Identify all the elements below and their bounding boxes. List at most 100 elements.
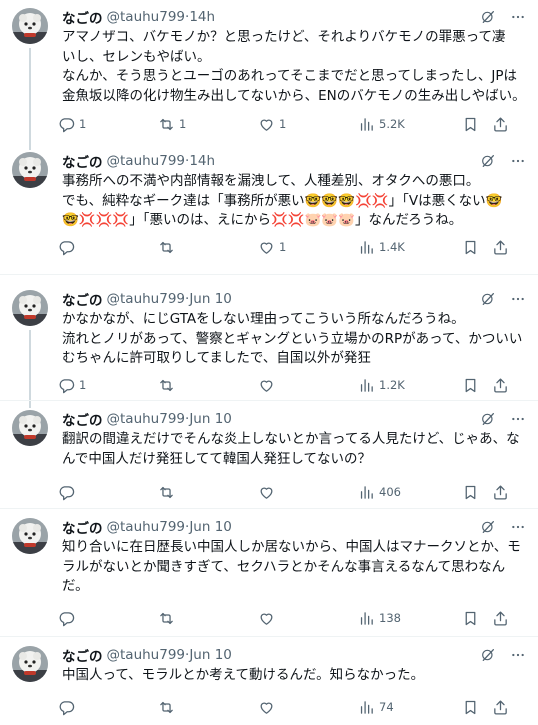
bookmark-button[interactable] bbox=[462, 377, 492, 394]
more-icon[interactable] bbox=[510, 291, 526, 307]
tweet-divider bbox=[0, 636, 538, 637]
views-button[interactable]: 1.2K bbox=[358, 377, 462, 394]
share-button[interactable] bbox=[492, 699, 509, 716]
grok-icon[interactable] bbox=[480, 647, 496, 663]
tweet[interactable]: なごの @tauhu799 · Jun 10 中国人って、モラルとか考えて動けるんだ… bbox=[0, 646, 538, 715]
tweet-header: なごの @tauhu799 · 14h bbox=[62, 151, 528, 171]
display-name[interactable]: なごの bbox=[62, 289, 103, 309]
avatar-column bbox=[12, 290, 52, 408]
tweet-header: なごの @tauhu799 · Jun 10 bbox=[62, 289, 528, 309]
timestamp[interactable]: Jun 10 bbox=[189, 291, 232, 307]
like-icon bbox=[258, 484, 275, 501]
share-button[interactable] bbox=[492, 484, 509, 501]
bookmark-button[interactable] bbox=[462, 484, 492, 501]
avatar[interactable] bbox=[12, 646, 48, 682]
like-button[interactable] bbox=[258, 610, 358, 627]
more-icon[interactable] bbox=[510, 411, 526, 427]
tweet[interactable]: なごの @tauhu799 · 14h アマノザコ、バケモノか？と思ったけど、それよ… bbox=[0, 7, 538, 150]
like-button[interactable] bbox=[258, 484, 358, 501]
reply-button[interactable] bbox=[58, 484, 158, 501]
share-button[interactable] bbox=[492, 116, 509, 133]
retweet-icon bbox=[158, 484, 175, 501]
retweet-button[interactable] bbox=[158, 610, 258, 627]
user-handle[interactable]: @tauhu799 bbox=[107, 9, 186, 25]
tweet-header: なごの @tauhu799 · Jun 10 bbox=[62, 517, 528, 537]
views-icon bbox=[358, 484, 375, 501]
like-button[interactable] bbox=[258, 699, 358, 716]
bookmark-icon bbox=[462, 116, 479, 133]
bookmark-button[interactable] bbox=[462, 610, 492, 627]
grok-icon[interactable] bbox=[480, 519, 496, 535]
like-button[interactable] bbox=[258, 377, 358, 394]
display-name[interactable]: なごの bbox=[62, 645, 103, 665]
views-button[interactable]: 1.4K bbox=[358, 239, 462, 256]
views-button[interactable]: 74 bbox=[358, 699, 462, 716]
tweet-text-line: いし、セレンもやばい。 bbox=[62, 48, 211, 65]
retweet-button[interactable] bbox=[158, 377, 258, 394]
share-icon bbox=[492, 699, 509, 716]
display-name[interactable]: なごの bbox=[62, 409, 103, 429]
tweet-content: なごの @tauhu799 · Jun 10 知り合いに在日歴長い中国人しか居ないか… bbox=[62, 518, 528, 602]
avatar[interactable] bbox=[12, 518, 48, 554]
views-button[interactable]: 138 bbox=[358, 610, 462, 627]
tweet-text-line: アマノザコ、バケモノか？と思ったけど、それよりバケモノの罪悪って凄 bbox=[62, 29, 506, 45]
share-button[interactable] bbox=[492, 610, 509, 627]
reply-button[interactable] bbox=[58, 610, 158, 627]
retweet-button[interactable] bbox=[158, 484, 258, 501]
like-button[interactable]: 1 bbox=[258, 116, 358, 133]
tweet-divider bbox=[0, 400, 538, 401]
timestamp[interactable]: Jun 10 bbox=[189, 647, 232, 663]
display-name[interactable]: なごの bbox=[62, 517, 103, 537]
retweet-button[interactable] bbox=[158, 699, 258, 716]
more-icon[interactable] bbox=[510, 153, 526, 169]
retweet-button[interactable]: 1 bbox=[158, 116, 258, 133]
tweet[interactable]: なごの @tauhu799 · Jun 10 知り合いに在日歴長い中国人しか居ないか… bbox=[0, 518, 538, 626]
avatar[interactable] bbox=[12, 152, 48, 188]
more-icon[interactable] bbox=[510, 519, 526, 535]
tweet-actions: 406 bbox=[58, 482, 509, 502]
timestamp[interactable]: Jun 10 bbox=[189, 519, 232, 535]
bookmark-button[interactable] bbox=[462, 116, 492, 133]
share-button[interactable] bbox=[492, 377, 509, 394]
reply-button[interactable]: 1 bbox=[58, 116, 158, 133]
timestamp[interactable]: 14h bbox=[189, 9, 215, 25]
views-button[interactable]: 406 bbox=[358, 484, 462, 501]
display-name[interactable]: なごの bbox=[62, 7, 103, 27]
retweet-button[interactable] bbox=[158, 239, 258, 256]
reply-button[interactable] bbox=[58, 239, 158, 256]
tweet-header-actions bbox=[480, 291, 528, 307]
grok-icon[interactable] bbox=[480, 9, 496, 25]
user-handle[interactable]: @tauhu799 bbox=[107, 153, 186, 169]
bookmark-button[interactable] bbox=[462, 239, 492, 256]
user-handle[interactable]: @tauhu799 bbox=[107, 291, 186, 307]
user-handle[interactable]: @tauhu799 bbox=[107, 519, 186, 535]
user-handle[interactable]: @tauhu799 bbox=[107, 647, 186, 663]
like-icon bbox=[258, 239, 275, 256]
more-icon[interactable] bbox=[510, 9, 526, 25]
avatar[interactable] bbox=[12, 8, 48, 44]
tweet[interactable]: なごの @tauhu799 · Jun 10 かなかなが、にじGTAをしない理由って… bbox=[0, 289, 538, 408]
timestamp[interactable]: Jun 10 bbox=[189, 411, 232, 427]
share-button[interactable] bbox=[492, 239, 509, 256]
display-name[interactable]: なごの bbox=[62, 151, 103, 171]
timestamp[interactable]: 14h bbox=[189, 153, 215, 169]
bookmark-button[interactable] bbox=[462, 699, 492, 716]
tweet[interactable]: なごの @tauhu799 · Jun 10 翻訳の間違えだけでそんな炎上しないとか… bbox=[0, 409, 538, 500]
grok-icon[interactable] bbox=[480, 153, 496, 169]
avatar[interactable] bbox=[12, 290, 48, 326]
views-button[interactable]: 5.2K bbox=[358, 116, 462, 133]
grok-icon[interactable] bbox=[480, 291, 496, 307]
tweet[interactable]: なごの @tauhu799 · 14h 事務所への不満や内部情報を漏洩して、人種差別… bbox=[0, 151, 538, 255]
like-count: 1 bbox=[279, 117, 287, 131]
more-icon[interactable] bbox=[510, 647, 526, 663]
like-button[interactable]: 1 bbox=[258, 239, 358, 256]
retweet-count: 1 bbox=[179, 117, 187, 131]
avatar-column bbox=[12, 8, 52, 150]
reply-button[interactable]: 1 bbox=[58, 377, 158, 394]
grok-icon[interactable] bbox=[480, 411, 496, 427]
avatar[interactable] bbox=[12, 410, 48, 446]
reply-icon bbox=[58, 377, 75, 394]
tweet-content: なごの @tauhu799 · Jun 10 中国人って、モラルとか考えて動けるんだ… bbox=[62, 646, 528, 688]
user-handle[interactable]: @tauhu799 bbox=[107, 411, 186, 427]
reply-button[interactable] bbox=[58, 699, 158, 716]
